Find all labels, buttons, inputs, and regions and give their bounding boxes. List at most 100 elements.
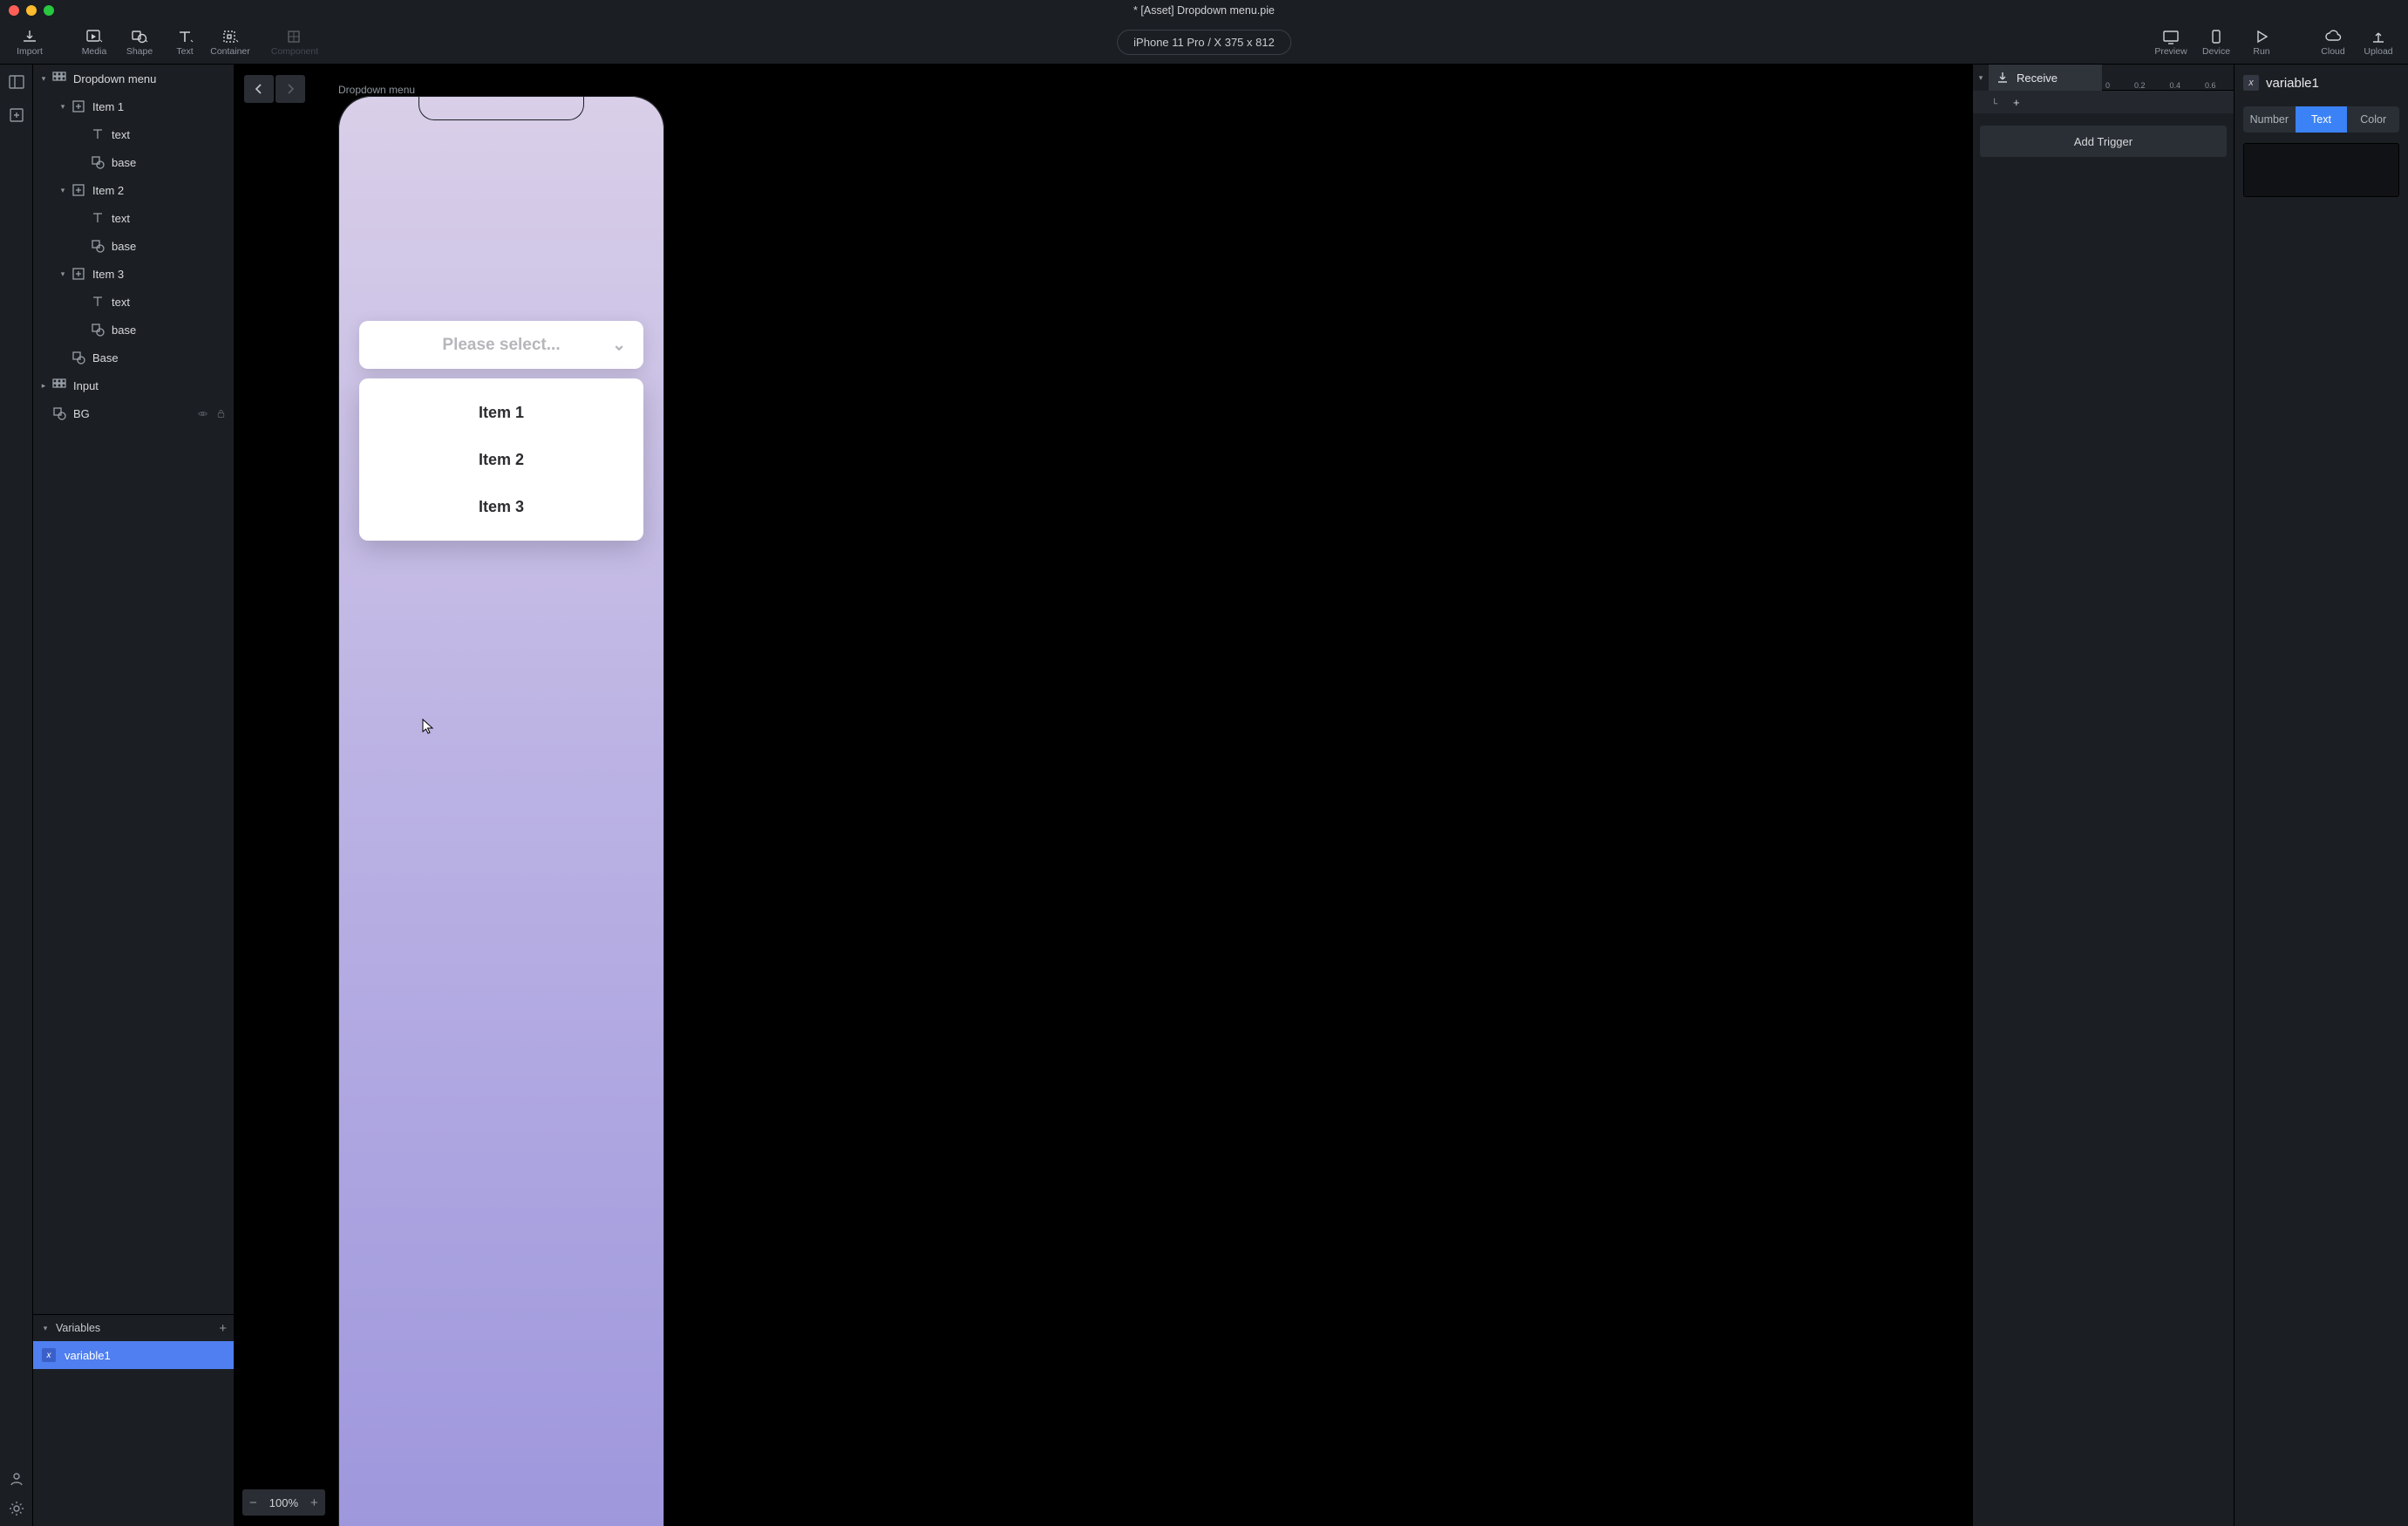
shape-layer-icon	[91, 239, 105, 253]
branch-icon	[1992, 96, 2004, 108]
shape-button[interactable]: Shape	[117, 22, 162, 64]
upload-button[interactable]: Upload	[2356, 22, 2401, 64]
add-trigger-button[interactable]: Add Trigger	[1980, 126, 2227, 157]
segment-color[interactable]: Color	[2347, 106, 2399, 133]
canvas-scene-label: Dropdown menu	[338, 84, 415, 96]
titlebar: * [Asset] Dropdown menu.pie	[0, 0, 2408, 21]
layer-bg[interactable]: BG	[33, 399, 234, 427]
dropdown-option-2[interactable]: Item 2	[359, 436, 643, 483]
segment-text[interactable]: Text	[2296, 106, 2348, 133]
layer-item-1[interactable]: ▾ Item 1	[33, 92, 234, 120]
grid-icon	[52, 378, 66, 392]
variable-icon: x	[42, 1348, 56, 1362]
add-panel-icon[interactable]	[8, 106, 25, 124]
layer-input[interactable]: ▸ Input	[33, 371, 234, 399]
caret-icon[interactable]: ▾	[40, 1324, 51, 1333]
preview-icon	[2162, 29, 2180, 44]
shape-layer-icon	[91, 155, 105, 169]
visibility-icon[interactable]	[197, 408, 208, 419]
zoom-in-button[interactable]: +	[310, 1495, 318, 1510]
segment-number[interactable]: Number	[2243, 106, 2296, 133]
cloud-button[interactable]: Cloud	[2310, 22, 2356, 64]
variable-type-segment: Number Text Color	[2243, 106, 2399, 133]
device-frame-selector[interactable]: iPhone 11 Pro / X 375 x 812	[1117, 30, 1291, 55]
timeline-add-row[interactable]: +	[1973, 91, 2234, 113]
lock-icon[interactable]	[215, 408, 227, 419]
frame-icon	[71, 99, 85, 113]
timeline-ruler: 0 0.2 0.4 0.6	[2102, 65, 2234, 91]
container-icon	[221, 29, 239, 44]
left-rail	[0, 65, 33, 1526]
layer-item-2[interactable]: ▾ Item 2	[33, 176, 234, 204]
text-tool-button[interactable]: Text	[162, 22, 207, 64]
layer-item-3-base[interactable]: base	[33, 316, 234, 344]
canvas-back-button[interactable]	[244, 75, 274, 103]
add-variable-button[interactable]: +	[219, 1321, 227, 1336]
frame-icon	[71, 267, 85, 281]
timeline-header: ▾ Receive 0 0.2 0.4 0.6	[1973, 65, 2234, 91]
minimize-window-button[interactable]	[26, 5, 37, 16]
layer-root[interactable]: ▾ Dropdown menu	[33, 65, 234, 92]
dropdown-option-3[interactable]: Item 3	[359, 483, 643, 530]
caret-icon[interactable]: ▸	[38, 381, 49, 391]
variable-name: variable1	[65, 1349, 111, 1362]
component-button[interactable]: Component	[272, 22, 317, 64]
canvas-forward-button[interactable]	[275, 75, 305, 103]
timeline-panel: ▾ Receive 0 0.2 0.4 0.6 + Add Trigger	[1972, 65, 2234, 1526]
upload-icon	[2370, 29, 2387, 44]
frame-icon	[71, 183, 85, 197]
close-window-button[interactable]	[9, 5, 19, 16]
run-icon	[2253, 29, 2270, 44]
variable-icon: x	[2243, 75, 2259, 91]
container-button[interactable]: Container	[207, 22, 253, 64]
zoom-out-button[interactable]: −	[249, 1495, 257, 1510]
window-title: * [Asset] Dropdown menu.pie	[0, 4, 2408, 17]
dropdown-select[interactable]: Please select... ⌄	[359, 321, 643, 369]
caret-icon[interactable]: ▾	[1973, 73, 1989, 83]
layer-item-3[interactable]: ▾ Item 3	[33, 260, 234, 288]
device-icon	[2207, 29, 2225, 44]
grid-icon	[52, 72, 66, 85]
layer-item-2-text[interactable]: text	[33, 204, 234, 232]
device-preview: Please select... ⌄ Item 1 Item 2 Item 3	[338, 96, 664, 1526]
layer-item-3-text[interactable]: text	[33, 288, 234, 316]
dropdown-list: Item 1 Item 2 Item 3	[359, 378, 643, 541]
inspector-title: x variable1	[2243, 75, 2399, 91]
device-notch	[418, 96, 584, 120]
receive-trigger[interactable]: Receive	[1989, 65, 2102, 91]
add-action-button[interactable]: +	[2013, 96, 2020, 109]
caret-icon[interactable]: ▾	[58, 269, 68, 279]
caret-icon[interactable]: ▾	[58, 186, 68, 195]
zoom-window-button[interactable]	[44, 5, 54, 16]
layers-panel: ▾ Dropdown menu ▾ Item 1 text base	[33, 65, 234, 1526]
shape-layer-icon	[52, 406, 66, 420]
settings-icon[interactable]	[8, 1500, 25, 1517]
cursor-icon	[422, 719, 434, 734]
shape-layer-icon	[71, 351, 85, 364]
dropdown-option-1[interactable]: Item 1	[359, 389, 643, 436]
caret-icon[interactable]: ▾	[38, 74, 49, 84]
import-button[interactable]: Import	[7, 22, 52, 64]
zoom-level: 100%	[269, 1496, 298, 1509]
layer-item-1-base[interactable]: base	[33, 148, 234, 176]
media-button[interactable]: Media	[71, 22, 117, 64]
shape-layer-icon	[91, 323, 105, 337]
device-button[interactable]: Device	[2194, 22, 2239, 64]
receive-icon	[1996, 71, 2010, 85]
preview-button[interactable]: Preview	[2148, 22, 2194, 64]
layer-item-2-base[interactable]: base	[33, 232, 234, 260]
variable-row-1[interactable]: x variable1	[33, 1341, 234, 1369]
user-icon[interactable]	[8, 1470, 25, 1488]
layer-item-1-text[interactable]: text	[33, 120, 234, 148]
variable-value-input[interactable]	[2243, 143, 2399, 197]
canvas[interactable]: Dropdown menu Please select... ⌄ Item 1 …	[234, 65, 1972, 1526]
run-button[interactable]: Run	[2239, 22, 2284, 64]
import-icon	[21, 29, 38, 44]
variables-header[interactable]: ▾ Variables +	[33, 1315, 234, 1341]
caret-icon[interactable]: ▾	[58, 102, 68, 112]
cloud-icon	[2324, 29, 2342, 44]
chevron-down-icon: ⌄	[612, 335, 626, 355]
panels-icon[interactable]	[8, 73, 25, 91]
layer-base[interactable]: Base	[33, 344, 234, 371]
text-layer-icon	[91, 127, 105, 141]
